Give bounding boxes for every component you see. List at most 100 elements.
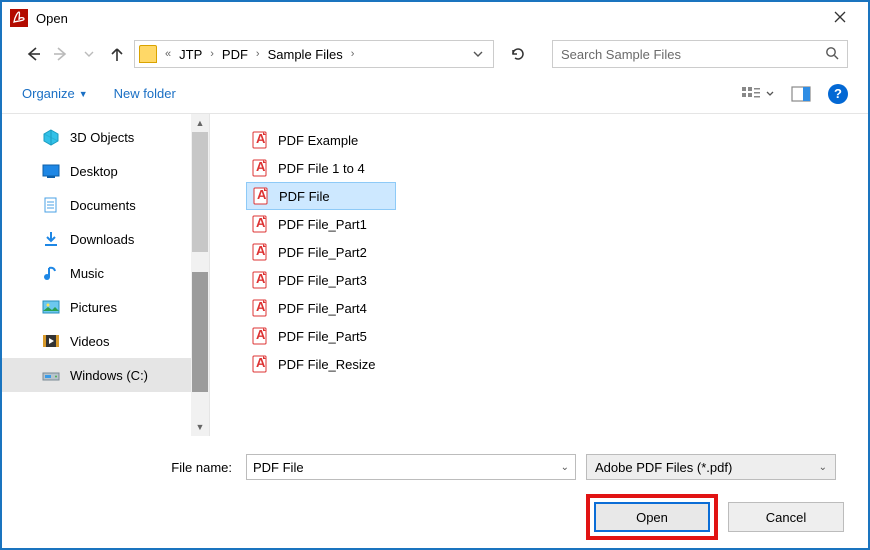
- tree-item-label: Videos: [70, 334, 110, 349]
- documents-icon: [42, 197, 60, 213]
- tree-item-label: Desktop: [70, 164, 118, 179]
- acrobat-icon: [10, 9, 28, 27]
- tree-item-videos[interactable]: Videos: [2, 324, 209, 358]
- chevron-down-icon: ▼: [79, 89, 88, 99]
- pdf-file-icon: A: [252, 355, 268, 373]
- search-placeholder: Search Sample Files: [561, 47, 825, 62]
- pdf-file-icon: A: [252, 327, 268, 345]
- tree-item-downloads[interactable]: Downloads: [2, 222, 209, 256]
- 3d-icon: [42, 129, 60, 145]
- tree-item-music[interactable]: Music: [2, 256, 209, 290]
- window-title: Open: [36, 11, 820, 26]
- chevron-down-icon: [766, 90, 774, 98]
- file-item[interactable]: APDF File_Part5: [246, 322, 396, 350]
- refresh-button[interactable]: [504, 40, 532, 68]
- pictures-icon: [42, 299, 60, 315]
- up-button[interactable]: [106, 43, 128, 65]
- file-item[interactable]: APDF File 1 to 4: [246, 154, 396, 182]
- folder-tree: 3D Objects Desktop Documents Downloads Music…: [2, 114, 210, 436]
- chevron-down-icon: ⌄: [819, 462, 827, 473]
- pdf-file-icon: A: [252, 299, 268, 317]
- tree-item-label: 3D Objects: [70, 130, 134, 145]
- cancel-button[interactable]: Cancel: [728, 502, 844, 532]
- file-item[interactable]: A PDF File: [246, 182, 396, 210]
- breadcrumb-jtp[interactable]: JTP: [177, 47, 204, 62]
- breadcrumb-pdf[interactable]: PDF: [220, 47, 250, 62]
- search-input[interactable]: Search Sample Files: [552, 40, 848, 68]
- svg-text:A: A: [256, 215, 266, 230]
- forward-button[interactable]: [50, 43, 72, 65]
- tree-item-label: Music: [70, 266, 104, 281]
- open-dialog: Open « JTP › PDF › Sample Files › Search…: [0, 0, 870, 550]
- new-folder-button[interactable]: New folder: [114, 86, 176, 101]
- search-icon: [825, 46, 839, 63]
- videos-icon: [42, 333, 60, 349]
- filetype-label: Adobe PDF Files (*.pdf): [595, 460, 732, 475]
- address-bar[interactable]: « JTP › PDF › Sample Files ›: [134, 40, 494, 68]
- pdf-file-icon: A: [252, 131, 268, 149]
- desktop-icon: [42, 163, 60, 179]
- file-item[interactable]: A PDF File_Part4: [246, 294, 396, 322]
- tree-item-documents[interactable]: Documents: [2, 188, 209, 222]
- dialog-body: 3D Objects Desktop Documents Downloads Music…: [2, 114, 868, 436]
- file-item[interactable]: A PDF Example: [246, 126, 396, 154]
- chevron-right-icon[interactable]: ›: [204, 48, 220, 60]
- scroll-up-button[interactable]: ▲: [191, 114, 209, 132]
- filename-dropdown[interactable]: ⌄: [561, 462, 569, 473]
- toolbar: Organize ▼ New folder ?: [2, 74, 868, 114]
- organize-menu[interactable]: Organize ▼: [22, 86, 88, 101]
- help-button[interactable]: ?: [828, 84, 848, 104]
- svg-text:A: A: [256, 299, 266, 314]
- tree-item-label: Windows (C:): [70, 368, 148, 383]
- pdf-file-icon: A: [253, 187, 269, 205]
- file-name: PDF File: [279, 189, 330, 204]
- nav-row: « JTP › PDF › Sample Files › Search Samp…: [2, 34, 868, 74]
- file-name: PDF Example: [278, 133, 358, 148]
- tree-item-label: Documents: [70, 198, 136, 213]
- address-dropdown[interactable]: [467, 47, 489, 62]
- file-name: PDF File_Part1: [278, 217, 367, 232]
- file-list[interactable]: APDF ExampleAPDF File 1 to 4APDF FileAPD…: [210, 114, 868, 436]
- svg-text:A: A: [256, 271, 266, 286]
- pdf-file-icon: A: [252, 243, 268, 261]
- dialog-footer: File name: PDF File ⌄ Adobe PDF Files (*…: [2, 436, 868, 548]
- file-item[interactable]: A PDF File_Part1: [246, 210, 396, 238]
- file-item[interactable]: A PDF File_Part2: [246, 238, 396, 266]
- recent-dropdown[interactable]: [78, 43, 100, 65]
- back-button[interactable]: [22, 43, 44, 65]
- tree-item-label: Pictures: [70, 300, 117, 315]
- file-name: PDF File_Part2: [278, 245, 367, 260]
- tree-item-windows-c-[interactable]: Windows (C:): [2, 358, 209, 392]
- scroll-down-button[interactable]: ▼: [191, 418, 209, 436]
- tree-item-3d-objects[interactable]: 3D Objects: [2, 120, 209, 154]
- preview-pane-button[interactable]: [792, 87, 810, 101]
- svg-text:A: A: [256, 355, 266, 370]
- filename-value: PDF File: [253, 460, 304, 475]
- svg-text:A: A: [257, 187, 267, 202]
- filename-input[interactable]: PDF File ⌄: [246, 454, 576, 480]
- scroll-thumb[interactable]: [192, 272, 208, 392]
- pdf-file-icon: A: [252, 215, 268, 233]
- file-name: PDF File_Part4: [278, 301, 367, 316]
- view-options-button[interactable]: [742, 87, 774, 101]
- close-button[interactable]: [820, 10, 860, 26]
- sidebar-scrollbar[interactable]: ▲ ▼: [191, 114, 209, 436]
- drive-icon: [42, 367, 60, 383]
- svg-text:A: A: [256, 131, 266, 146]
- file-item[interactable]: A PDF File_Part3: [246, 266, 396, 294]
- downloads-icon: [42, 231, 60, 247]
- chevron-right-icon[interactable]: ›: [250, 48, 266, 60]
- file-item[interactable]: APDF File_Resize: [246, 350, 396, 378]
- open-button[interactable]: Open: [594, 502, 710, 532]
- file-name: PDF File 1 to 4: [278, 161, 365, 176]
- filetype-dropdown[interactable]: Adobe PDF Files (*.pdf) ⌄: [586, 454, 836, 480]
- scroll-thumb[interactable]: [192, 132, 208, 252]
- breadcrumb-sample-files[interactable]: Sample Files: [266, 47, 345, 62]
- tree-item-desktop[interactable]: Desktop: [2, 154, 209, 188]
- file-name: PDF File_Part3: [278, 273, 367, 288]
- svg-text:A: A: [256, 243, 266, 258]
- tree-item-pictures[interactable]: Pictures: [2, 290, 209, 324]
- chevron-right-icon[interactable]: ›: [345, 48, 361, 60]
- organize-label: Organize: [22, 86, 75, 101]
- folder-icon: [139, 45, 157, 63]
